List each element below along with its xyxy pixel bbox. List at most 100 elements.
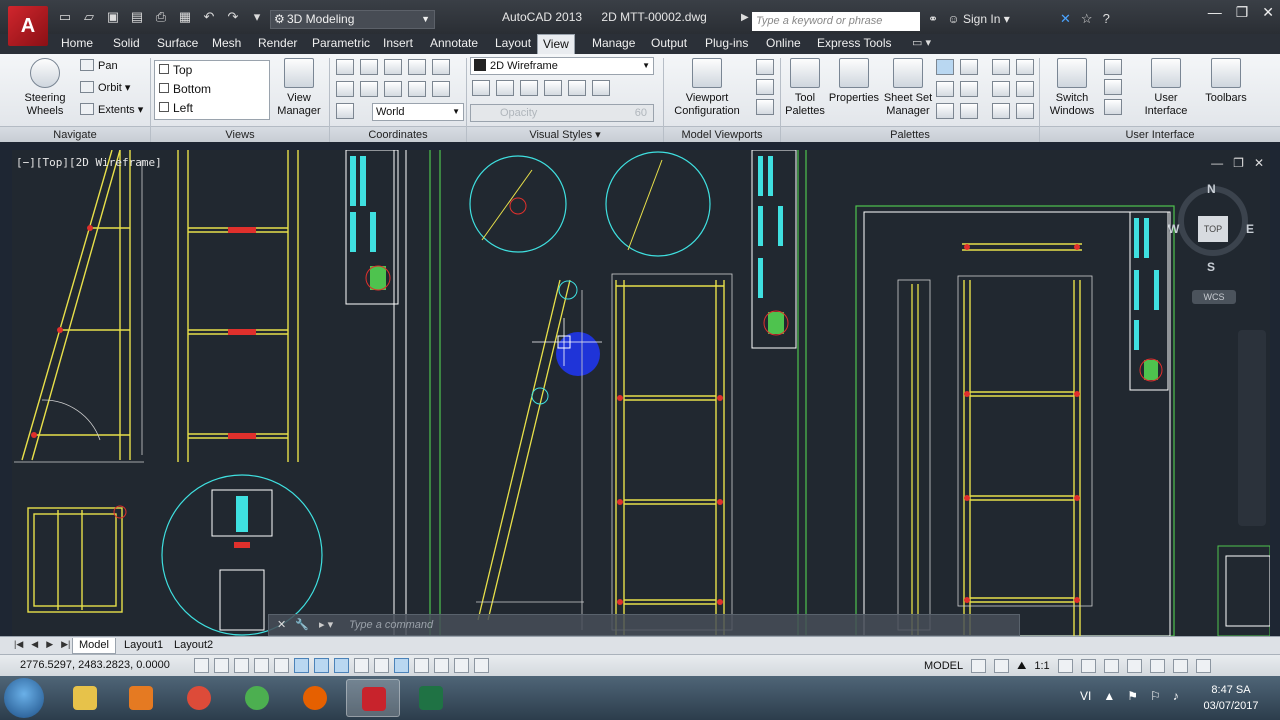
- snap-mode-icon[interactable]: [214, 658, 229, 673]
- view-item-left[interactable]: Left: [155, 99, 269, 118]
- view-manager-button[interactable]: View Manager: [276, 58, 322, 118]
- network-icon[interactable]: ⚑: [1127, 689, 1138, 703]
- search-input[interactable]: Type a keyword or phrase: [752, 12, 920, 31]
- steering-wheels-button[interactable]: Steering Wheels: [22, 58, 68, 118]
- command-input[interactable]: Type a command: [349, 615, 433, 635]
- 3d-object-snap-icon[interactable]: [314, 658, 329, 673]
- visual-style-dropdown[interactable]: 2D Wireframe ▼: [470, 57, 654, 75]
- workspace-switching-icon[interactable]: [1103, 659, 1119, 673]
- quick-properties-icon[interactable]: [434, 658, 449, 673]
- plot-icon[interactable]: ⎙: [152, 9, 170, 25]
- layout-tab-layout2[interactable]: Layout2: [168, 638, 219, 654]
- compass-west[interactable]: W: [1168, 222, 1179, 236]
- object-snap-icon[interactable]: [294, 658, 309, 673]
- save-as-icon[interactable]: ▤: [128, 9, 146, 25]
- ucs-x-icon[interactable]: [360, 59, 378, 75]
- external-references-icon[interactable]: [936, 81, 954, 97]
- transparency-icon[interactable]: [414, 658, 429, 673]
- binoculars-icon[interactable]: ⚭: [928, 12, 938, 26]
- close-icon[interactable]: ✕: [1262, 4, 1274, 21]
- open-file-icon[interactable]: ▱: [80, 9, 98, 25]
- tile-vertically-icon[interactable]: [1104, 59, 1122, 75]
- prev-tab-icon[interactable]: ◀: [31, 639, 38, 650]
- pan-button[interactable]: Pan: [80, 58, 118, 74]
- hardware-acceleration-icon[interactable]: [1149, 659, 1165, 673]
- language-indicator[interactable]: VI: [1080, 689, 1091, 703]
- ucs-world-icon[interactable]: [336, 103, 354, 119]
- ribbon-minimize-icon[interactable]: ▭ ▾: [912, 36, 931, 49]
- viewport-controls-label[interactable]: [−][Top][2D Wireframe]: [16, 156, 162, 169]
- tab-surface[interactable]: Surface: [152, 34, 203, 54]
- taskbar-firefox[interactable]: [288, 679, 342, 717]
- tab-manage[interactable]: Manage: [587, 34, 640, 54]
- wcs-menu[interactable]: WCS: [1192, 290, 1236, 304]
- lineweight-icon[interactable]: [394, 658, 409, 673]
- viewport-configuration-button[interactable]: Viewport Configuration: [668, 58, 746, 118]
- ucs-y-icon[interactable]: [384, 59, 402, 75]
- tab-solid[interactable]: Solid: [108, 34, 145, 54]
- visual-styles-panel-label[interactable]: Visual Styles ▾: [467, 126, 663, 142]
- tab-layout[interactable]: Layout: [490, 34, 536, 54]
- tab-express-tools[interactable]: Express Tools: [812, 34, 896, 54]
- view-item-bottom[interactable]: Bottom: [155, 80, 269, 99]
- dynamic-input-icon[interactable]: [374, 658, 389, 673]
- ucs-object-icon[interactable]: [408, 81, 426, 97]
- views-list[interactable]: Top Bottom Left: [154, 60, 270, 120]
- cascade-icon[interactable]: [1104, 99, 1122, 115]
- command-prompt-icon[interactable]: ▸ ▾: [319, 615, 333, 635]
- tab-annotate[interactable]: Annotate: [425, 34, 483, 54]
- annotation-scale[interactable]: 1:1: [1034, 660, 1049, 672]
- visual-styles-manager-icon[interactable]: [1016, 81, 1034, 97]
- print-icon[interactable]: ▦: [176, 9, 194, 25]
- tile-horizontally-icon[interactable]: [1104, 79, 1122, 95]
- auto-scale-icon[interactable]: [1080, 659, 1096, 673]
- taskbar-autocad[interactable]: [346, 679, 400, 717]
- windows-start-button[interactable]: [4, 678, 44, 718]
- quick-view-layouts-icon[interactable]: [971, 659, 987, 673]
- tray-arrow-icon[interactable]: ▲: [1103, 689, 1115, 703]
- ucs-3point-icon[interactable]: [432, 59, 450, 75]
- sun-properties-icon[interactable]: [1016, 103, 1034, 119]
- command-line-icon[interactable]: [936, 59, 954, 75]
- annotation-monitor-icon[interactable]: [474, 658, 489, 673]
- dropdown-icon[interactable]: ▾: [248, 9, 266, 25]
- opacity-slider[interactable]: Opacity 60: [470, 104, 654, 122]
- tab-home[interactable]: Home: [56, 34, 98, 54]
- tool-palettes-button[interactable]: Tool Palettes: [782, 58, 828, 118]
- ortho-mode-icon[interactable]: [254, 658, 269, 673]
- taskbar-chrome[interactable]: [172, 679, 226, 717]
- orbit-button[interactable]: Orbit ▾: [80, 80, 130, 96]
- isolate-objects-icon[interactable]: [1172, 659, 1188, 673]
- infer-constraints-icon[interactable]: [194, 658, 209, 673]
- annotation-scale-icon[interactable]: ⛰: [1017, 660, 1026, 673]
- named-viewports-icon[interactable]: [756, 59, 774, 75]
- taskbar-excel[interactable]: [404, 679, 458, 717]
- ucs-view-icon[interactable]: [384, 81, 402, 97]
- autocad-logo-button[interactable]: A: [8, 6, 48, 46]
- tab-output[interactable]: Output: [646, 34, 692, 54]
- toolbars-button[interactable]: Toolbars: [1200, 58, 1252, 105]
- sheet-set-manager-button[interactable]: Sheet Set Manager: [880, 58, 936, 118]
- tab-plug-ins[interactable]: Plug-ins: [700, 34, 753, 54]
- ucs-origin-icon[interactable]: [336, 81, 354, 97]
- properties-button[interactable]: Properties: [826, 58, 882, 105]
- lights-icon[interactable]: [992, 81, 1010, 97]
- next-tab-icon[interactable]: ▶: [46, 639, 53, 650]
- grid-display-icon[interactable]: [234, 658, 249, 673]
- taskbar-camtasia[interactable]: [230, 679, 284, 717]
- tab-parametric[interactable]: Parametric: [307, 34, 375, 54]
- redo-icon[interactable]: ↷: [224, 9, 242, 25]
- dynamic-ucs-icon[interactable]: [354, 658, 369, 673]
- flag-icon[interactable]: ⚐: [1150, 689, 1161, 703]
- taskbar-media-player[interactable]: [114, 679, 168, 717]
- color-icon[interactable]: [544, 80, 562, 96]
- ucs-face-icon[interactable]: [432, 81, 450, 97]
- xray-icon[interactable]: [568, 80, 586, 96]
- join-viewports-icon[interactable]: [756, 79, 774, 95]
- new-file-icon[interactable]: ▭: [56, 9, 74, 25]
- selection-cycling-icon[interactable]: [454, 658, 469, 673]
- ucs-icon[interactable]: [336, 59, 354, 75]
- tab-online[interactable]: Online: [761, 34, 806, 54]
- compass-south[interactable]: S: [1207, 260, 1215, 274]
- user-interface-button[interactable]: User Interface: [1140, 58, 1192, 118]
